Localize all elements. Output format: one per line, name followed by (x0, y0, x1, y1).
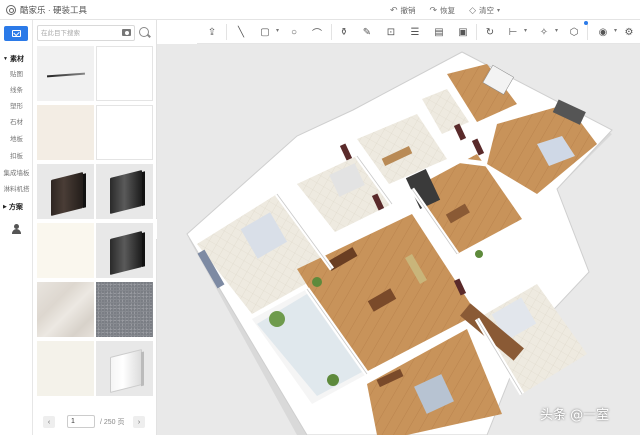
triangle-right-icon: ▶ (3, 204, 7, 210)
material-tile-cream-panel[interactable] (37, 105, 94, 160)
paint-bucket-icon[interactable]: ⚱ (337, 25, 351, 39)
title-bar: 酷家乐 · 硬装工具 ↶ 撤销 ↷ 恢复 ◇ 清空 ▾ (0, 0, 640, 20)
rail-item-molding[interactable]: 塑形 (0, 100, 33, 110)
material-tile-white-panel[interactable] (96, 105, 153, 160)
search-box (37, 25, 135, 41)
rail-item-shower[interactable]: 淋料机搭 (0, 183, 33, 193)
settings-icon[interactable]: ⚙ (622, 25, 636, 39)
camera-icon[interactable] (122, 29, 131, 36)
brush-icon[interactable]: ✎ (360, 25, 374, 39)
material-tile-plain-white[interactable] (96, 46, 153, 101)
material-tile-metal-rod[interactable] (37, 46, 94, 101)
eraser-icon: ◇ (469, 4, 477, 15)
magic-tool-icon[interactable]: ✧ (537, 25, 558, 39)
search-input[interactable] (38, 26, 118, 40)
rail-item-wall-panel[interactable]: 集成墙板 (0, 167, 33, 177)
rail-section-materials[interactable]: ▼ 素材 (3, 54, 24, 64)
image-icon[interactable]: ▣ (456, 25, 470, 39)
undo-button[interactable]: ↶ 撤销 (390, 5, 416, 16)
page-number-input[interactable]: 1 (67, 415, 95, 428)
material-tile-beige-marble[interactable] (37, 282, 94, 337)
material-tile-cream-tile[interactable] (37, 341, 94, 396)
logo-icon (6, 4, 16, 15)
left-rail: ▼ 素材 贴图 线条 塑形 石材 地板 扣板 集成墙板 淋料机搭 ▶ 方案 (0, 20, 33, 435)
material-tile-ivory-panel[interactable] (37, 223, 94, 278)
align-icon[interactable]: ☰ (408, 25, 422, 39)
add-material-button[interactable] (4, 26, 28, 41)
prev-page-button[interactable]: ‹ (43, 416, 55, 428)
floor-icon[interactable]: ▤ (432, 25, 446, 39)
page-total: / 250 页 (100, 419, 125, 426)
next-page-button[interactable]: › (133, 416, 145, 428)
rail-section-plans[interactable]: ▶ 方案 (3, 202, 23, 212)
search-icon[interactable] (137, 25, 153, 41)
rail-item-texture[interactable]: 贴图 (0, 68, 33, 78)
rail-item-ceiling-panel[interactable]: 扣板 (0, 150, 33, 160)
add-icon (11, 30, 21, 37)
frame-icon[interactable]: ⊡ (384, 25, 398, 39)
user-icon[interactable] (12, 224, 21, 234)
undo-icon: ↶ (390, 4, 398, 15)
arc-tool-icon[interactable]: ⌒ (310, 25, 324, 40)
rod-image (46, 72, 86, 78)
baseboard-image (110, 231, 145, 275)
distribute-icon[interactable]: ⊢ (506, 25, 527, 39)
pagination: ‹ 1 / 250 页 › (33, 411, 157, 435)
chevron-down-icon: ▾ (497, 7, 501, 14)
app-logo[interactable]: 酷家乐 · 硬装工具 (6, 4, 87, 16)
rail-item-lines[interactable]: 线条 (0, 84, 33, 94)
rail-item-floor[interactable]: 地板 (0, 133, 33, 143)
material-tile-grey-granite[interactable] (96, 282, 153, 337)
watermark: 头条 @一室 (540, 408, 610, 423)
material-tile-white-baseboard[interactable] (96, 341, 153, 396)
baseboard-image (110, 349, 144, 393)
baseboard-image (110, 170, 145, 214)
triangle-down-icon: ▼ (3, 56, 8, 62)
floorplan-render (186, 51, 613, 435)
baseboard-image (51, 172, 86, 216)
material-panel: ‹ 1 / 250 页 › (33, 20, 157, 435)
shield-icon[interactable]: ⬡ (567, 25, 581, 39)
notification-dot (584, 21, 588, 25)
material-tile-dark-baseboard[interactable] (37, 164, 94, 219)
3d-viewport[interactable] (157, 44, 640, 435)
circle-tool-icon[interactable]: ○ (287, 25, 301, 39)
line-tool-icon[interactable]: ╲ (234, 25, 248, 39)
app-title: 酷家乐 · 硬装工具 (20, 4, 88, 15)
clear-button[interactable]: ◇ 清空 ▾ (469, 5, 500, 16)
redo-button[interactable]: ↷ 恢复 (430, 5, 456, 16)
eye-icon[interactable]: ◉ (596, 25, 617, 39)
material-tile-grey-baseboard[interactable] (96, 223, 153, 278)
rotate-icon[interactable]: ↻ (483, 25, 497, 39)
export-icon[interactable]: ⇪ (205, 25, 219, 39)
redo-icon: ↷ (429, 4, 438, 15)
rectangle-tool-icon[interactable]: ▢ (258, 25, 279, 39)
material-tile-black-baseboard[interactable] (96, 164, 153, 219)
rail-item-stone[interactable]: 石材 (0, 116, 33, 126)
toolbar: ⇪ ╲ ▢ ○ ⌒ ⚱ ✎ ⊡ ☰ ▤ ▣ ↻ ⊢ ✧ ⬡ ◉ ⚙ (197, 20, 640, 44)
